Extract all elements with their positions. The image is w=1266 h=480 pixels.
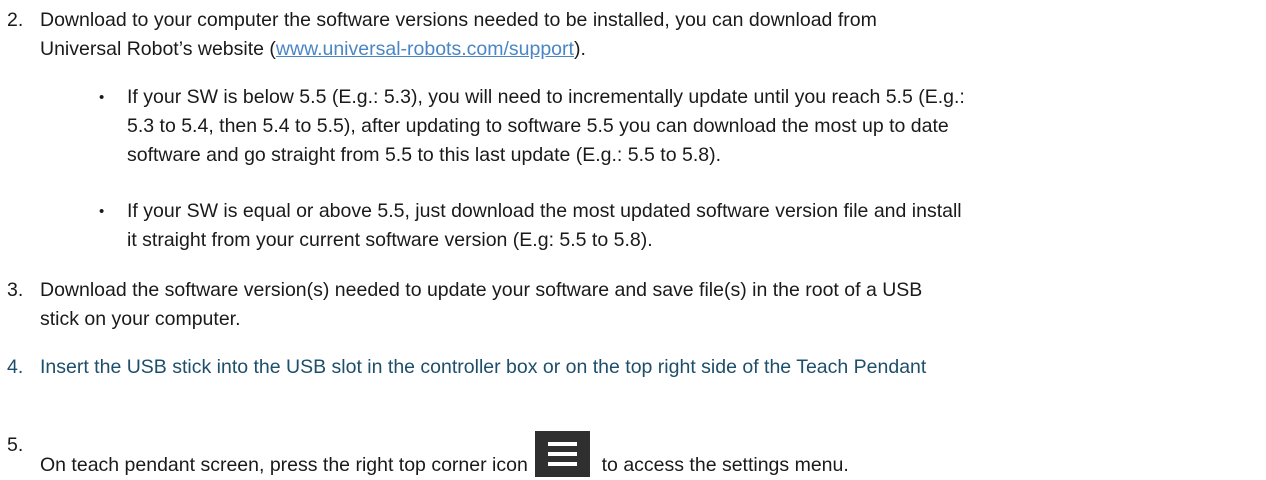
step-text-line: Download the software version(s) needed … [40, 279, 923, 301]
step-text: Download to your computer the software v… [40, 6, 1240, 64]
bullet-text: If your SW is equal or above 5.5, just d… [127, 197, 1247, 255]
step-text-fragment: Universal Robot’s website ( [40, 38, 276, 60]
bullet-text-line: software and go straight from 5.5 to thi… [127, 144, 721, 166]
bullet-text: If your SW is below 5.5 (E.g.: 5.3), you… [127, 83, 1247, 170]
step-text: On teach pendant screen, press the right… [40, 431, 1240, 480]
step-text: Insert the USB stick into the USB slot i… [40, 353, 1240, 382]
step-number: 4. [7, 356, 24, 378]
step-text-line: Universal Robot’s website (www.universal… [40, 35, 1240, 64]
support-link[interactable]: www.universal-robots.com/support [276, 38, 574, 60]
step-number: 2. [7, 9, 24, 31]
bullet-icon: • [99, 203, 105, 220]
hamburger-menu-icon [535, 431, 591, 477]
step-text: Download the software version(s) needed … [40, 276, 1240, 334]
step-text-line: stick on your computer. [40, 308, 241, 330]
step-text-fragment: ). [573, 38, 586, 60]
bullet-text-line: If your SW is below 5.5 (E.g.: 5.3), you… [127, 86, 965, 108]
step-number: 3. [7, 279, 24, 301]
step-text-line: Download to your computer the software v… [40, 9, 877, 31]
step-text-fragment: On teach pendant screen, press the right… [40, 454, 528, 476]
step-number: 5. [7, 434, 24, 456]
step-text-line: Insert the USB stick into the USB slot i… [40, 356, 927, 378]
bullet-text-line: it straight from your current software v… [127, 229, 653, 251]
step-text-fragment: to access the settings menu. [601, 454, 849, 476]
bullet-icon: • [99, 89, 105, 106]
bullet-text-line: 5.3 to 5.4, then 5.4 to 5.5), after upda… [127, 115, 949, 137]
bullet-text-line: If your SW is equal or above 5.5, just d… [127, 200, 962, 222]
